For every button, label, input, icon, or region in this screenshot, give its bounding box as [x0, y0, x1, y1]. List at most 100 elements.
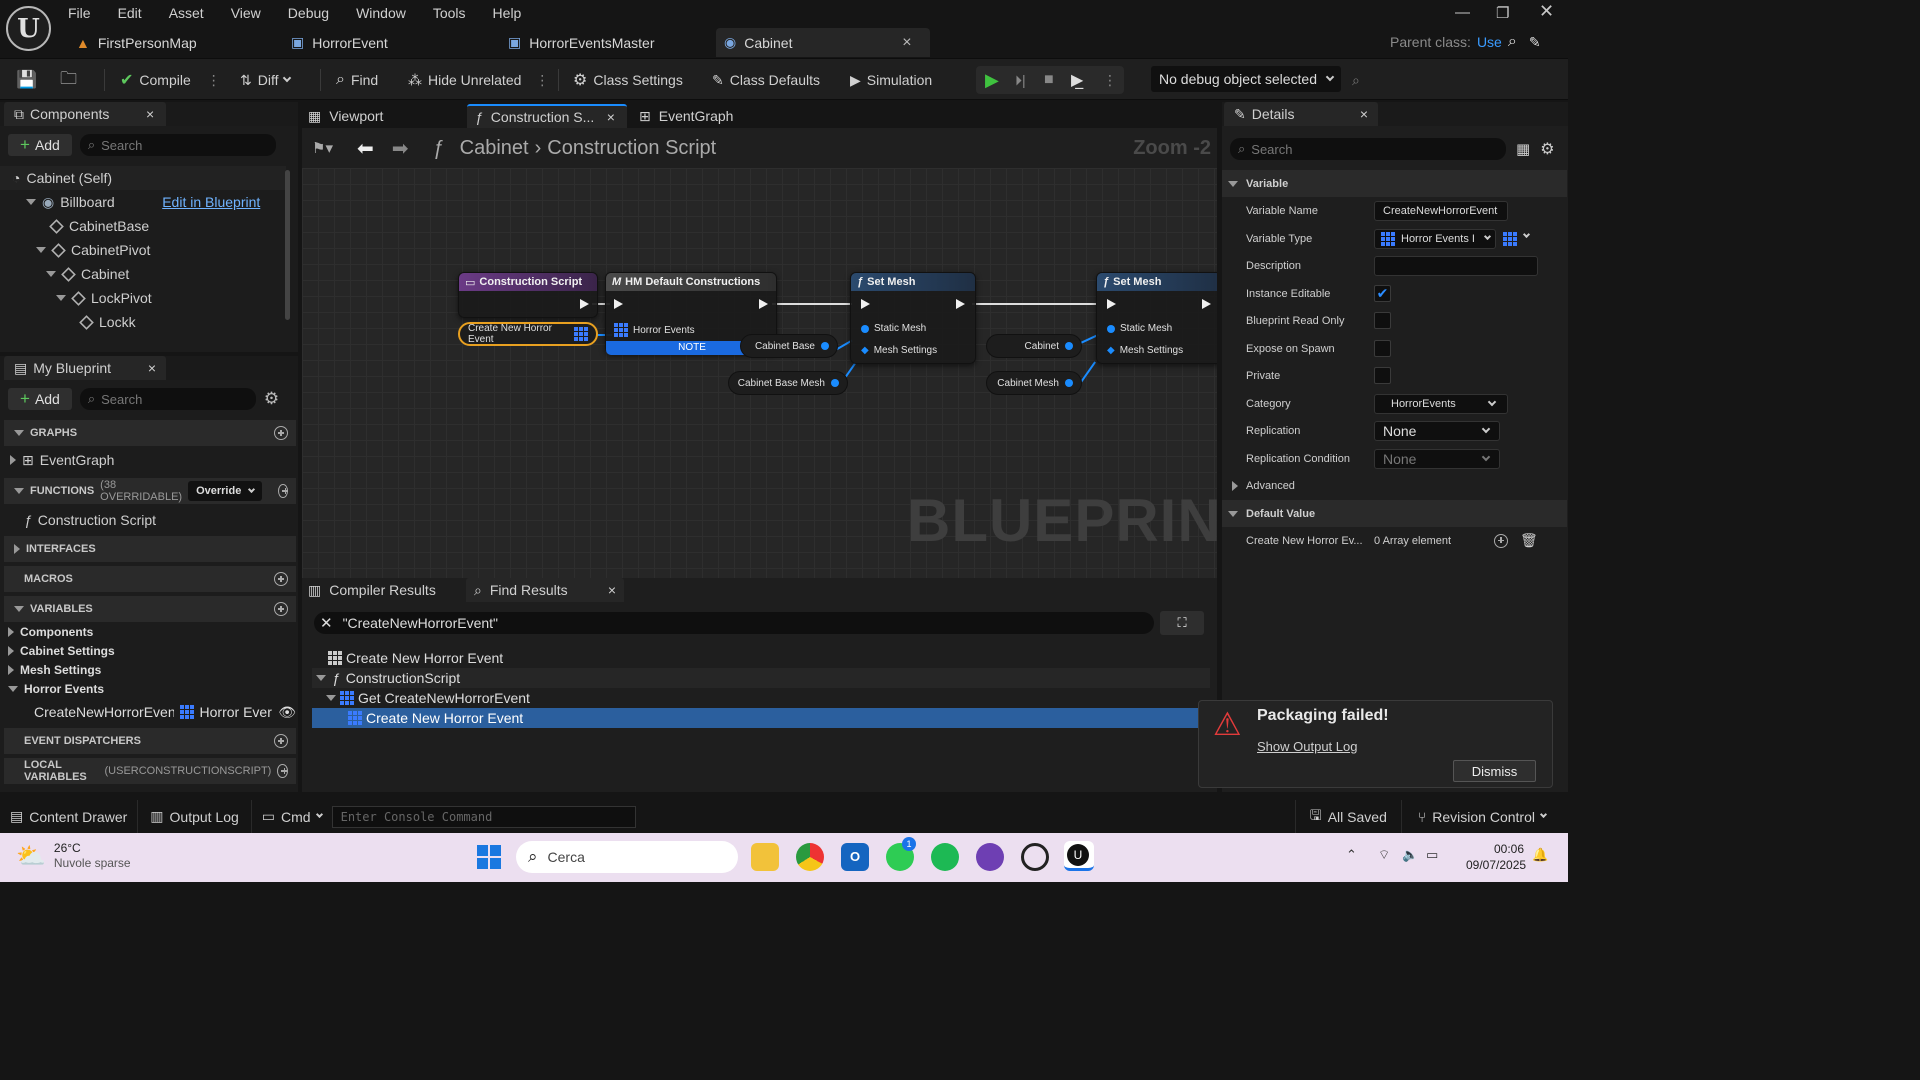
clock[interactable]: 00:06 09/07/2025 — [1466, 841, 1526, 873]
exec-in-pin[interactable] — [861, 299, 870, 309]
minimize-icon[interactable]: — — [1455, 4, 1470, 21]
output-pin-icon[interactable] — [1065, 379, 1073, 387]
tray-expand-icon[interactable]: ⌃ — [1346, 847, 1357, 863]
add-graph-icon[interactable] — [274, 426, 288, 440]
debug-object-select[interactable]: No debug object selected — [1151, 66, 1341, 92]
node-set-mesh-1[interactable]: ƒ Set Mesh Static Mesh ◆ Mesh Settings — [850, 272, 976, 364]
unreal-engine-taskbar-icon[interactable]: U — [1064, 841, 1094, 871]
settings-gear-icon[interactable]: ⚙ — [264, 389, 279, 409]
graph-item-eventgraph[interactable]: ⊞ EventGraph — [4, 446, 296, 474]
functions-section[interactable]: FUNCTIONS (38 OVERRIDABLE) Override — [4, 478, 296, 504]
taskbar-search[interactable]: ⌕ Cerca — [516, 841, 738, 873]
trash-icon[interactable]: 🗑 — [1520, 532, 1538, 549]
output-pin-icon[interactable] — [1065, 342, 1073, 350]
close-window-icon[interactable]: ✕ — [1539, 1, 1554, 22]
tab-event-graph[interactable]: ⊞ EventGraph — [627, 108, 733, 125]
stop-icon[interactable]: ■ — [1044, 67, 1054, 93]
replication-condition-dropdown[interactable]: None — [1374, 448, 1500, 469]
simulation-button[interactable]: ▶ Simulation — [850, 67, 932, 93]
variable-item[interactable]: CreateNewHorrorEven Horror Ever 👁 — [4, 698, 296, 726]
array-pin-icon[interactable] — [574, 327, 588, 341]
result-row[interactable]: Create New Horror Event — [312, 648, 1210, 668]
pin-horror-events[interactable]: Horror Events — [614, 323, 695, 337]
menu-edit[interactable]: Edit — [118, 5, 142, 21]
pin-mesh-settings[interactable]: ◆ Mesh Settings — [1107, 345, 1183, 356]
replication-dropdown[interactable]: None — [1374, 420, 1500, 441]
battery-icon[interactable]: ▭ — [1426, 847, 1438, 863]
menu-help[interactable]: Help — [493, 5, 522, 21]
dispatchers-section[interactable]: EVENT DISPATCHERS — [4, 728, 296, 754]
my-blueprint-search[interactable]: ⌕ Search — [79, 388, 256, 410]
more-options-icon[interactable]: ⋮ — [207, 72, 221, 89]
tree-item-cabinetpivot[interactable]: CabinetPivot — [0, 238, 286, 262]
details-tab[interactable]: ✎ Details × — [1224, 102, 1378, 126]
tree-item-cabinetbase[interactable]: CabinetBase — [0, 214, 286, 238]
menu-view[interactable]: View — [231, 5, 261, 21]
unreal-logo-icon[interactable]: U — [6, 6, 51, 51]
parent-class-link[interactable]: Use — [1477, 34, 1502, 50]
details-search[interactable]: ⌕ Search — [1230, 138, 1506, 160]
doc-tab-horrorevent[interactable]: ▣ HorrorEvent — [283, 28, 493, 57]
node-cabinet-base-mesh[interactable]: Cabinet Base Mesh — [728, 371, 848, 395]
node-set-mesh-2[interactable]: ƒ Set Mesh Static Mesh ◆ Mesh Settings — [1096, 272, 1217, 364]
eye-icon[interactable]: 👁 — [278, 704, 296, 721]
close-panel-icon[interactable]: × — [1360, 106, 1368, 122]
exec-in-pin[interactable] — [614, 299, 623, 309]
bookmark-icon[interactable]: ⚑▾ — [312, 139, 333, 157]
default-value-category[interactable]: Default Value — [1222, 500, 1567, 527]
play-options-icon[interactable]: ⋮ — [1103, 67, 1117, 93]
cmd-dropdown[interactable]: ▭ Cmd — [252, 800, 332, 833]
class-defaults-button[interactable]: ✎ Class Defaults — [712, 67, 820, 93]
console-command-input[interactable]: Enter Console Command — [331, 805, 636, 828]
macros-section[interactable]: MACROS — [4, 566, 296, 592]
outlook-icon[interactable]: O — [841, 843, 869, 871]
node-cabinet-base[interactable]: Cabinet Base — [740, 334, 838, 358]
close-panel-icon[interactable]: × — [146, 106, 154, 122]
settings-gear-icon[interactable]: ⚙ — [1540, 139, 1554, 159]
tree-item-billboard[interactable]: ◉ Billboard Edit in Blueprint — [0, 190, 286, 214]
edit-pencil-icon[interactable]: ✎ — [1529, 34, 1541, 51]
class-settings-button[interactable]: ⚙ Class Settings — [573, 67, 683, 93]
function-item-construction-script[interactable]: ƒ Construction Script — [4, 504, 296, 536]
more-options-icon[interactable]: ⋮ — [535, 72, 549, 89]
tree-item-cabinet[interactable]: Cabinet — [0, 262, 286, 286]
node-create-new-horror-event[interactable]: Create New Horror Event — [458, 322, 598, 346]
local-variables-section[interactable]: LOCAL VARIABLES (USERCONSTRUCTIONSCRIPT) — [4, 758, 296, 784]
play-icon[interactable]: ▶ — [985, 67, 999, 93]
pin-mesh-settings[interactable]: ◆ Mesh Settings — [861, 345, 937, 356]
add-member-button[interactable]: + Add — [8, 388, 72, 410]
content-drawer-button[interactable]: ▤ Content Drawer — [0, 800, 139, 833]
eject-play-icon[interactable]: ▶̲ — [1071, 67, 1083, 93]
exec-out-pin[interactable] — [759, 299, 768, 309]
expose-on-spawn-checkbox[interactable] — [1374, 340, 1391, 357]
notifications-bell-icon[interactable]: 🔔 — [1532, 847, 1548, 863]
debug-filter-icon[interactable]: ⌕ — [1352, 67, 1360, 93]
tree-item-self[interactable]: ◔ Cabinet (Self) — [0, 166, 286, 190]
var-group-mesh-settings[interactable]: Mesh Settings — [4, 660, 296, 679]
close-tab-icon[interactable]: × — [608, 582, 616, 598]
back-arrow-icon[interactable]: ⬅ — [357, 136, 374, 161]
close-tab-icon[interactable]: × — [607, 109, 615, 125]
advanced-expander[interactable]: Advanced — [1222, 472, 1567, 499]
var-group-components[interactable]: Components — [4, 622, 296, 641]
category-combobox[interactable]: HorrorEvents — [1374, 393, 1508, 414]
menu-asset[interactable]: Asset — [169, 5, 204, 21]
clear-search-icon[interactable]: ✕ — [320, 614, 333, 632]
edit-in-blueprint-link[interactable]: Edit in Blueprint — [162, 194, 260, 210]
github-desktop-icon[interactable] — [976, 843, 1004, 871]
exec-out-pin[interactable] — [956, 299, 965, 309]
doc-tab-horroreventsmaster[interactable]: ▣ HorrorEventsMaster — [500, 28, 710, 57]
chevron-down-icon[interactable] — [1522, 230, 1531, 239]
result-row[interactable]: ƒ ConstructionScript — [312, 668, 1210, 688]
weather-widget[interactable]: ⛅ 26°C Nuvole sparse — [16, 841, 131, 871]
container-type-icon[interactable] — [1503, 231, 1517, 246]
search-icon[interactable]: ⌕ — [1508, 33, 1517, 51]
add-component-button[interactable]: + Add — [8, 134, 72, 156]
restore-icon[interactable]: ❐ — [1496, 4, 1509, 22]
add-element-icon[interactable] — [1494, 533, 1508, 548]
hide-unrelated-button[interactable]: ⁂ Hide Unrelated ⋮ — [408, 67, 549, 93]
find-in-all-blueprints-button[interactable]: ⛶ — [1160, 611, 1204, 635]
var-group-cabinet-settings[interactable]: Cabinet Settings — [4, 641, 296, 660]
node-construction-script[interactable]: ▭ Construction Script — [458, 272, 598, 318]
compile-button[interactable]: ✔ Compile ⋮ — [120, 67, 221, 93]
